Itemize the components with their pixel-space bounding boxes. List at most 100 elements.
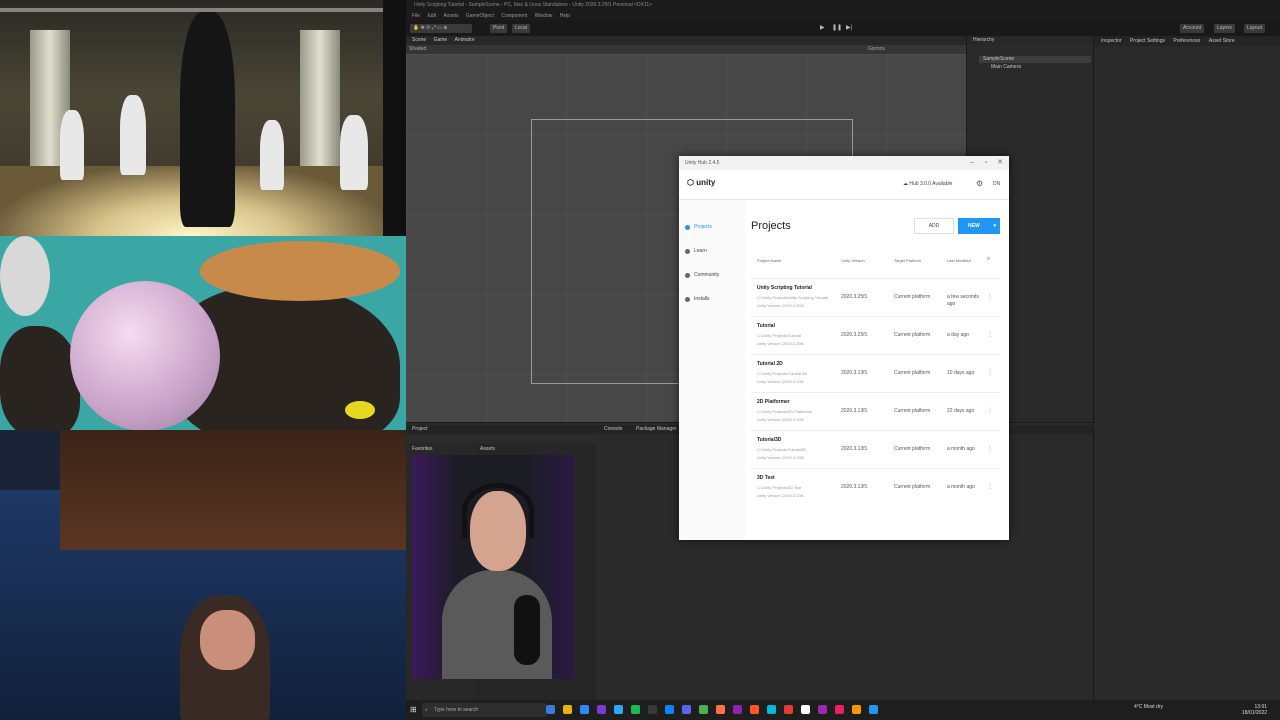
taskbar-app-icon[interactable] [852,705,861,714]
taskbar-app-icon[interactable] [597,705,606,714]
menu-window[interactable]: Window [535,13,553,19]
more-options-icon[interactable]: ⋮ [987,369,993,376]
project-version[interactable]: 2020.3.25f1 [841,294,867,300]
tab-console[interactable]: Console [604,425,622,434]
local-toggle[interactable]: Local [512,24,530,33]
menu-help[interactable]: Help [560,13,570,19]
gear-icon[interactable]: ⚙ [976,179,983,188]
taskbar-app-icon[interactable] [784,705,793,714]
tab-preferences[interactable]: Preferences [1173,38,1200,44]
taskbar-app-icon[interactable] [801,705,810,714]
tab-asset-store[interactable]: Asset Store [1209,38,1235,44]
tab-game[interactable]: Game [434,37,448,43]
clock-date: 18/01/2022 [1242,710,1268,716]
chevron-down-icon[interactable]: ▾ [993,218,996,234]
hierarchy-tab-label[interactable]: Hierarchy [973,37,994,43]
hierarchy-main-camera[interactable]: Main Camera [991,64,1021,71]
taskbar-app-icon[interactable] [648,705,657,714]
minimize-icon[interactable]: – [965,156,979,170]
account-dropdown[interactable]: Account [1180,24,1205,33]
column-target-platform[interactable]: Target Platform [894,258,921,263]
project-version[interactable]: 2020.3.13f1 [841,370,867,376]
layers-dropdown[interactable]: Layers [1214,24,1236,33]
maximize-icon[interactable]: ▫ [979,156,993,170]
tab-package-manager[interactable]: Package Manager [636,425,677,434]
more-options-icon[interactable]: ⋮ [987,483,993,490]
project-name: Tutorial 2D [757,361,783,367]
taskbar-app-icon[interactable] [614,705,623,714]
transform-tools[interactable]: ✋ ✥ ⟳ ⤢ ▭ ⊕ [410,24,472,33]
tab-project[interactable]: Project [412,425,428,434]
tab-scene[interactable]: Scene [412,37,426,43]
more-options-icon[interactable]: ⋮ [987,331,993,338]
project-version[interactable]: 2020.3.13f1 [841,408,867,414]
menu-assets[interactable]: Assets [443,13,458,19]
taskbar-app-icon[interactable] [767,705,776,714]
taskbar-app-icon[interactable] [750,705,759,714]
weather-widget[interactable]: 4°C Most dry [1134,704,1163,710]
search-placeholder: Type here to search [434,707,479,713]
shading-mode[interactable]: Shaded [409,46,426,52]
gizmos-dropdown[interactable]: Gizmos [868,45,885,54]
menu-component[interactable]: Component [501,13,527,19]
column-unity-version[interactable]: Unity Version [841,258,865,263]
step-icon[interactable]: ▶| [846,25,853,32]
project-version[interactable]: 2020.3.13f1 [841,484,867,490]
add-button[interactable]: ADD [914,218,954,234]
project-row[interactable]: Tutorial C:\Unity Projects\Tutorial Unity … [751,316,1000,354]
favorites-label[interactable]: Favorites [412,446,433,452]
hub-update-notice[interactable]: ☁ Hub 3.0.0 Available [903,181,952,187]
nav-installs[interactable]: Installs [685,296,710,302]
tab-animator[interactable]: Animator [455,37,475,43]
project-row[interactable]: Tutorial3D C:\Unity Projects\Tutorial3D Un… [751,430,1000,468]
taskbar-app-icon[interactable] [699,705,708,714]
windows-start-icon[interactable]: ⊞ [410,705,417,714]
project-row[interactable]: Unity Scripting Tutorial C:\Unity Project… [751,278,1000,316]
assets-label[interactable]: Assets [480,446,495,452]
project-row[interactable]: 3D Test C:\Unity Projects\3D Test Unity Ve… [751,468,1000,506]
layout-dropdown[interactable]: Layout [1244,24,1266,33]
taskbar-app-icon[interactable] [682,705,691,714]
project-version[interactable]: 2020.3.13f1 [841,446,867,452]
guest-webcam-panel [0,430,406,720]
taskbar-app-icon[interactable] [631,705,640,714]
user-avatar[interactable]: DN [993,181,1000,187]
pivot-toggle[interactable]: Pivot [490,24,508,33]
play-icon[interactable]: ▶ [820,25,827,32]
menu-file[interactable]: File [412,13,420,19]
tab-project-settings[interactable]: Project Settings [1130,38,1165,44]
nav-community[interactable]: Community [685,272,719,278]
column-last-modified[interactable]: Last Modified [947,258,971,263]
more-options-icon[interactable]: ⋮ [987,407,993,414]
taskbar-app-icon[interactable] [818,705,827,714]
new-button[interactable]: NEW ▾ [958,218,1000,234]
taskbar-app-icon[interactable] [733,705,742,714]
taskbar-app-icon[interactable] [546,705,555,714]
tab-inspector[interactable]: Inspector [1101,38,1122,44]
taskbar-app-icon[interactable] [665,705,674,714]
menu-edit[interactable]: Edit [427,13,436,19]
taskbar-app-icon[interactable] [716,705,725,714]
pause-icon[interactable]: ❚❚ [832,25,842,32]
nav-learn[interactable]: Learn [685,248,707,254]
more-options-icon[interactable]: ⋮ [987,293,993,300]
more-options-icon[interactable]: ⋮ [987,445,993,452]
nav-projects[interactable]: Projects [685,224,712,230]
menu-gameobject[interactable]: GameObject [466,13,494,19]
project-path: C:\Unity Projects\Tutorial3D [757,447,807,452]
project-version[interactable]: 2020.3.25f1 [841,332,867,338]
taskbar-app-icon[interactable] [869,705,878,714]
clock[interactable]: 13:01 18/01/2022 [1242,704,1267,716]
hierarchy-scene[interactable]: SampleScene [983,56,1014,63]
streamer-webcam [412,455,574,679]
column-project-name[interactable]: Project Name [757,258,781,263]
close-icon[interactable]: ✕ [993,156,1007,170]
project-row[interactable]: Tutorial 2D C:\Unity Projects\Tutorial 2D… [751,354,1000,392]
search-icon[interactable]: ⌕ [987,256,990,263]
project-row[interactable]: 2D Platformer C:\Unity Projects\2D Platfo… [751,392,1000,430]
project-path: C:\Unity Projects\3D Test [757,485,802,490]
taskbar-app-icon[interactable] [580,705,589,714]
taskbar-app-icon[interactable] [835,705,844,714]
taskbar-search[interactable]: ⌕ Type here to search [422,703,546,717]
taskbar-app-icon[interactable] [563,705,572,714]
